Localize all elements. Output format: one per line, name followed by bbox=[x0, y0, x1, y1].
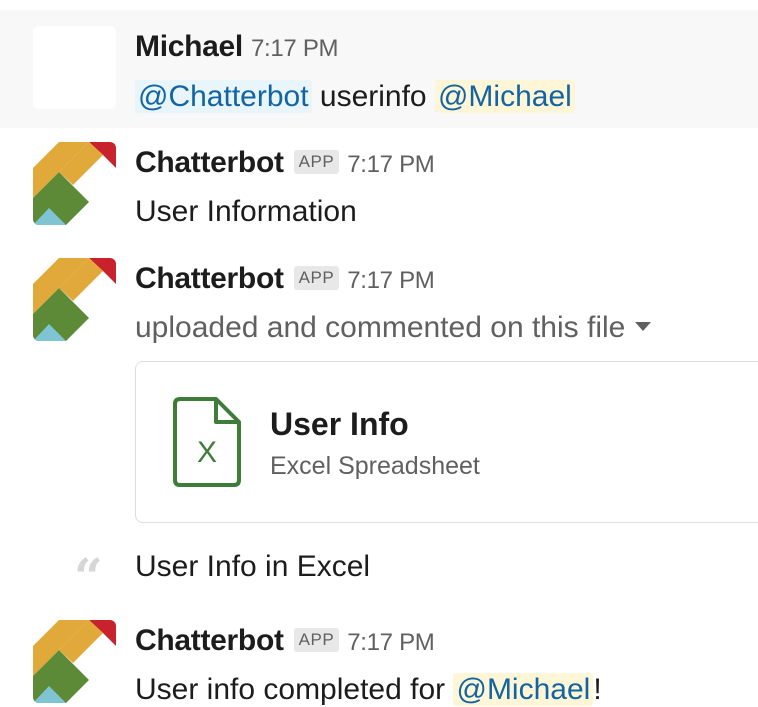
chatterbot-logo-icon bbox=[33, 620, 116, 703]
chevron-down-icon[interactable] bbox=[635, 322, 652, 331]
message-body: @Chatterbot userinfo @Michael bbox=[135, 80, 575, 114]
message-timestamp[interactable]: 7:17 PM bbox=[251, 35, 339, 62]
message-body: User info completed for @Michael! bbox=[135, 673, 602, 707]
message-list: Michael 7:17 PM @Chatterbot userinfo @Mic… bbox=[0, 0, 758, 707]
quote-icon: “ bbox=[74, 547, 103, 606]
message-chatterbot-complete[interactable]: Chatterbot APP 7:17 PM User info completed… bbox=[0, 606, 758, 707]
mention-link[interactable]: @Chatterbot bbox=[135, 80, 312, 113]
message-timestamp[interactable]: 7:17 PM bbox=[347, 151, 435, 178]
file-action-text[interactable]: uploaded and commented on this file bbox=[135, 311, 652, 345]
app-badge: APP bbox=[293, 266, 340, 290]
message-timestamp[interactable]: 7:17 PM bbox=[347, 267, 435, 294]
avatar[interactable] bbox=[33, 142, 116, 225]
avatar[interactable] bbox=[33, 620, 116, 703]
file-comment: User Info in Excel bbox=[135, 550, 371, 583]
self-mention-link[interactable]: @Michael bbox=[453, 673, 594, 706]
chatterbot-logo-icon bbox=[33, 258, 116, 341]
app-badge: APP bbox=[293, 150, 340, 174]
file-type: Excel Spreadsheet bbox=[270, 452, 480, 480]
file-title[interactable]: User Info bbox=[270, 406, 409, 443]
self-mention-link[interactable]: @Michael bbox=[434, 80, 575, 113]
file-icon-letter: X bbox=[197, 436, 217, 469]
message-chatterbot[interactable]: Chatterbot APP 7:17 PM User Information bbox=[0, 128, 758, 238]
message-michael[interactable]: Michael 7:17 PM @Chatterbot userinfo @Mic… bbox=[0, 10, 758, 128]
message-timestamp[interactable]: 7:17 PM bbox=[347, 629, 435, 656]
app-badge: APP bbox=[293, 628, 340, 652]
author-name[interactable]: Chatterbot bbox=[135, 262, 284, 295]
file-action-label: uploaded and commented on this file bbox=[135, 311, 626, 344]
message-body: User Information bbox=[135, 195, 357, 228]
avatar[interactable] bbox=[33, 26, 116, 109]
author-name[interactable]: Chatterbot bbox=[135, 624, 284, 657]
author-name[interactable]: Chatterbot bbox=[135, 146, 284, 179]
command-text: userinfo bbox=[319, 80, 427, 113]
message-punctuation: ! bbox=[593, 673, 602, 706]
chatterbot-logo-icon bbox=[33, 142, 116, 225]
excel-file-icon: X bbox=[173, 397, 241, 487]
author-name[interactable]: Michael bbox=[135, 30, 243, 63]
file-attachment-card[interactable]: X User Info Excel Spreadsheet bbox=[135, 361, 758, 523]
avatar[interactable] bbox=[33, 258, 116, 341]
message-text: User info completed for bbox=[135, 673, 454, 706]
